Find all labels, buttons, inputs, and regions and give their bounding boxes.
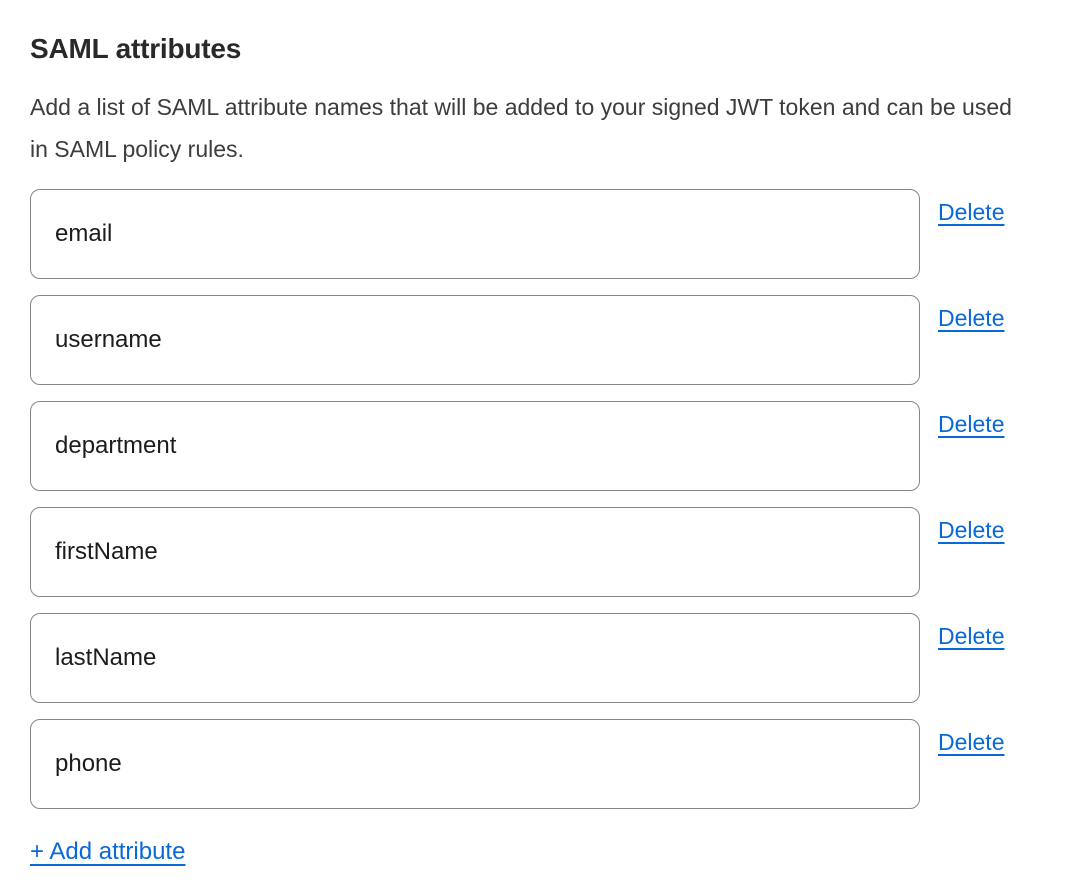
attribute-input-lastname[interactable] bbox=[30, 613, 920, 703]
attribute-list: Delete Delete Delete Delete Delete Delet… bbox=[30, 189, 1036, 809]
attribute-input-username[interactable] bbox=[30, 295, 920, 385]
attribute-row: Delete bbox=[30, 613, 1036, 703]
delete-link[interactable]: Delete bbox=[938, 411, 1004, 438]
delete-link[interactable]: Delete bbox=[938, 305, 1004, 332]
attribute-input-phone[interactable] bbox=[30, 719, 920, 809]
attribute-row: Delete bbox=[30, 295, 1036, 385]
attribute-input-department[interactable] bbox=[30, 401, 920, 491]
delete-link[interactable]: Delete bbox=[938, 623, 1004, 650]
section-description: Add a list of SAML attribute names that … bbox=[30, 86, 1036, 170]
attribute-row: Delete bbox=[30, 189, 1036, 279]
delete-link[interactable]: Delete bbox=[938, 729, 1004, 756]
add-attribute-link[interactable]: + Add attribute bbox=[30, 838, 185, 866]
attribute-input-email[interactable] bbox=[30, 189, 920, 279]
delete-link[interactable]: Delete bbox=[938, 199, 1004, 226]
attribute-input-firstname[interactable] bbox=[30, 507, 920, 597]
page-title: SAML attributes bbox=[30, 33, 1036, 65]
saml-attributes-section: SAML attributes Add a list of SAML attri… bbox=[0, 0, 1066, 886]
attribute-row: Delete bbox=[30, 719, 1036, 809]
delete-link[interactable]: Delete bbox=[938, 517, 1004, 544]
attribute-row: Delete bbox=[30, 507, 1036, 597]
attribute-row: Delete bbox=[30, 401, 1036, 491]
